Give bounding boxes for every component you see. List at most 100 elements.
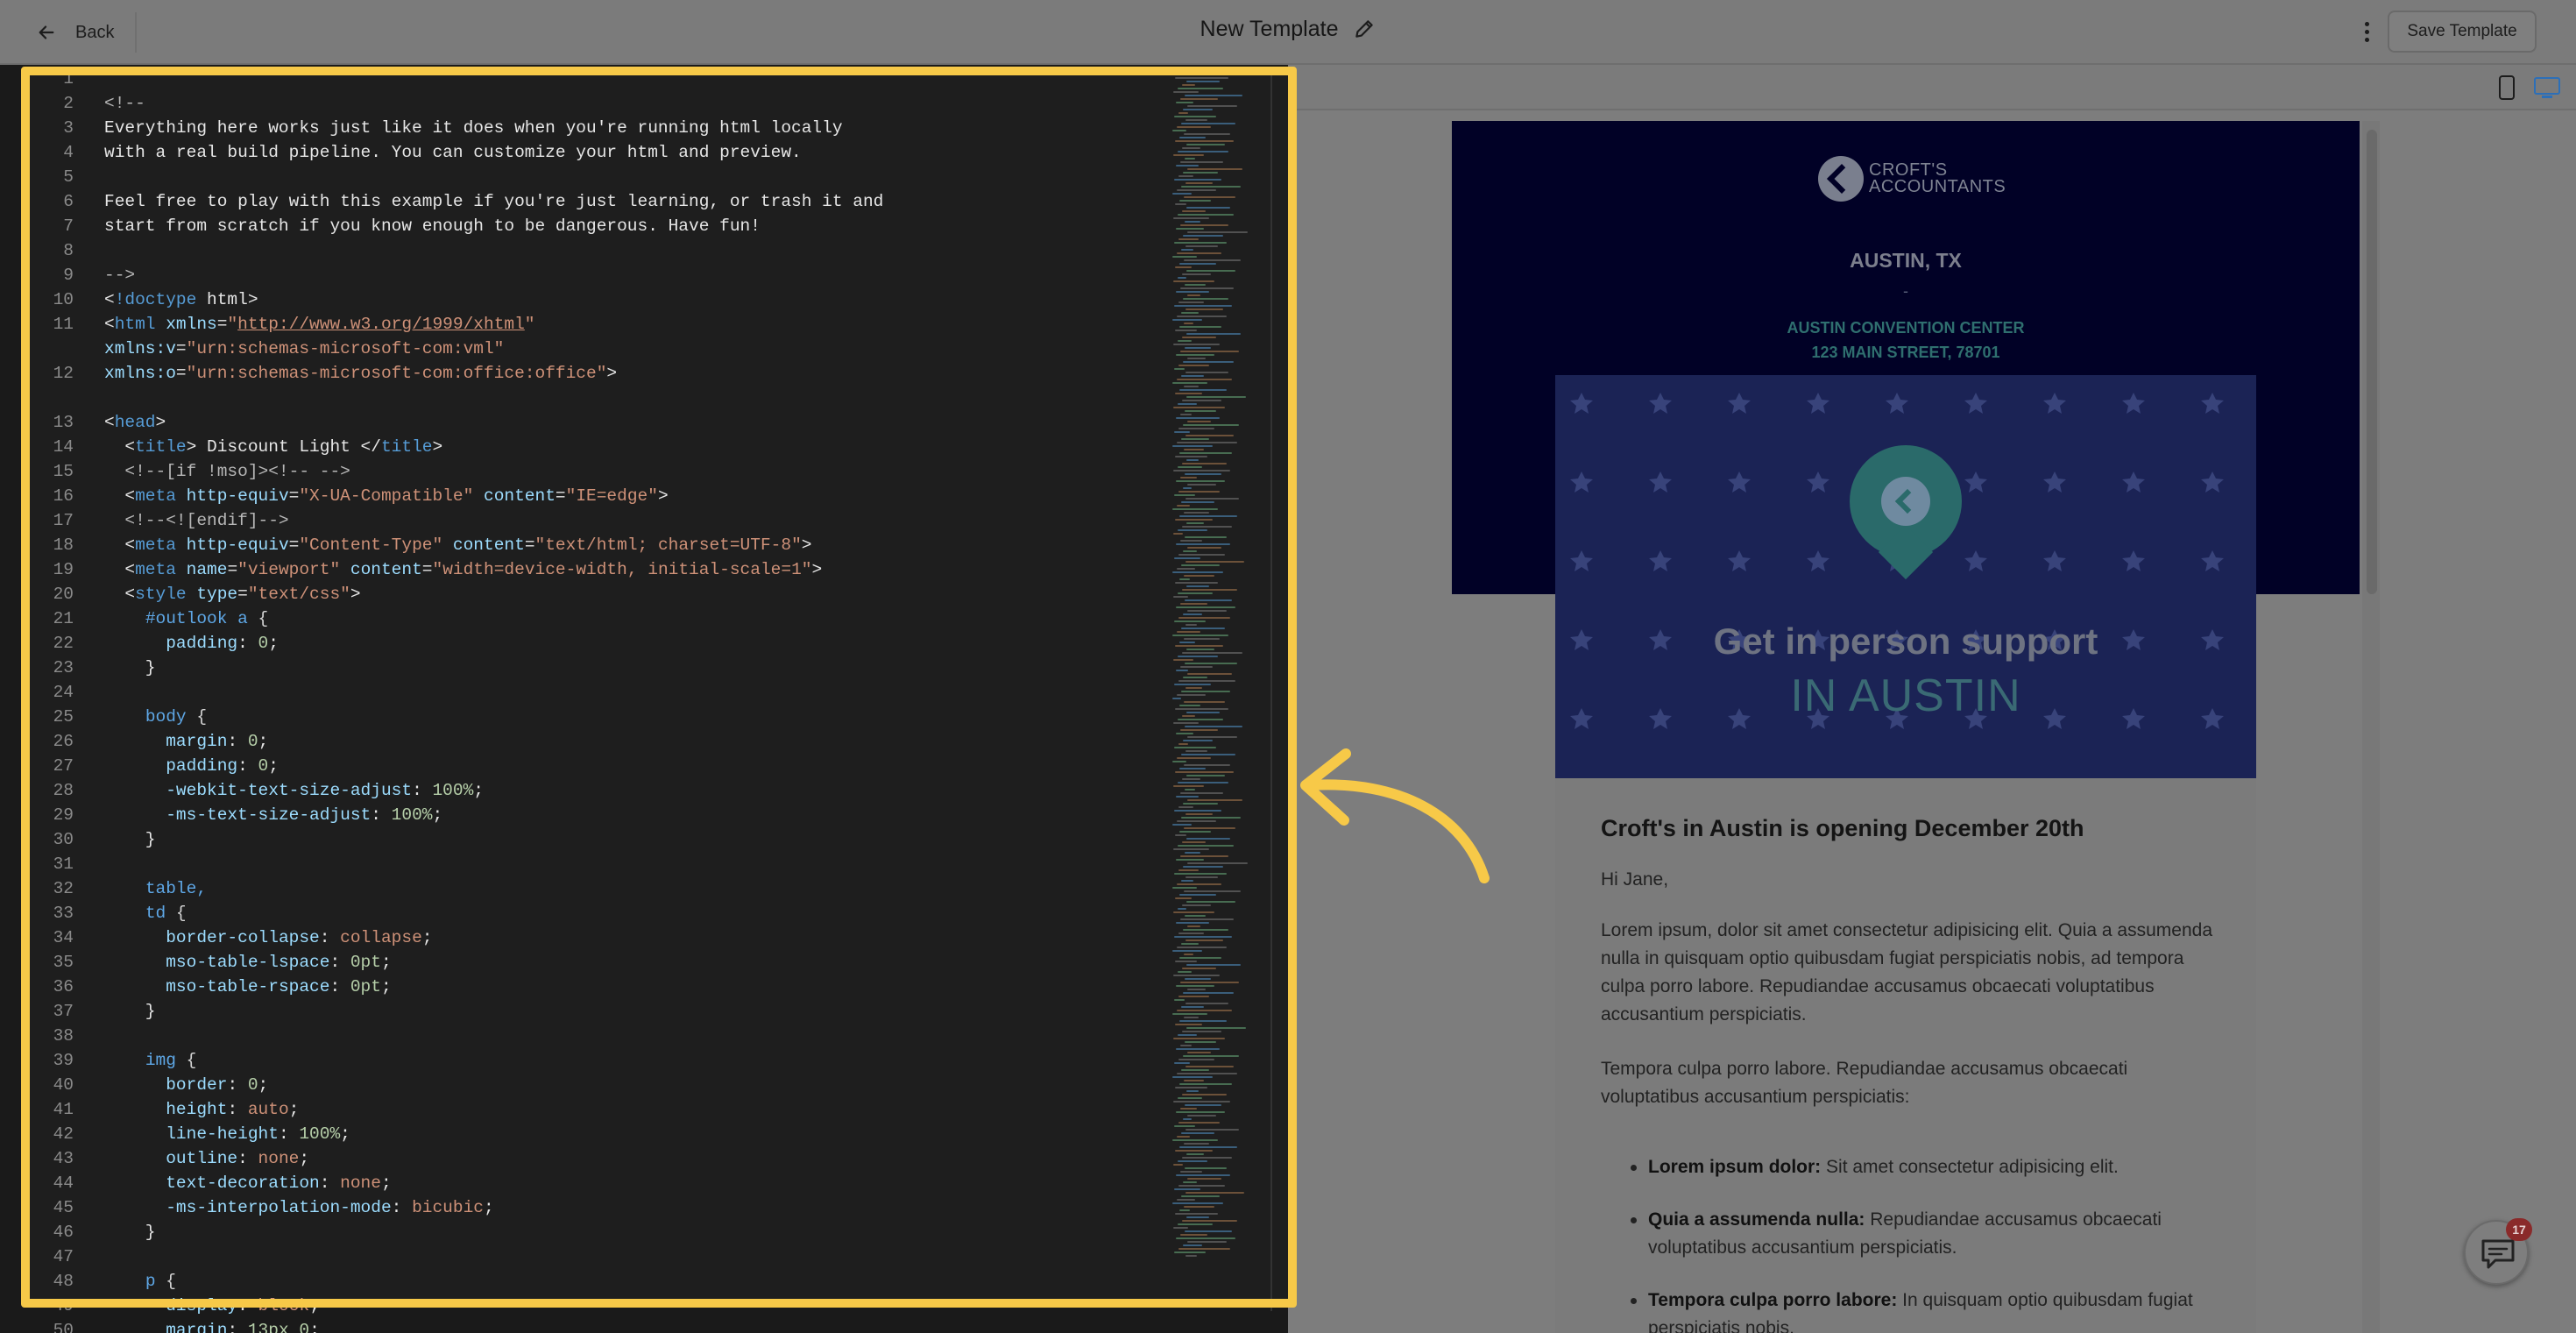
minimap-row xyxy=(1172,698,1181,699)
code-line[interactable]: 44 text-decoration: none; xyxy=(25,1171,1172,1195)
code-line[interactable]: 10 <!doctype html> xyxy=(25,287,1172,312)
minimap-row xyxy=(1183,929,1228,931)
code-line[interactable]: 20 <style type="text/css"> xyxy=(25,582,1172,606)
minimap-row xyxy=(1180,918,1234,920)
minimap-row xyxy=(1186,838,1230,840)
code-line[interactable]: 7 start from scratch if you know enough t… xyxy=(25,214,1172,238)
minimap-row xyxy=(1178,719,1223,720)
mobile-device-icon[interactable] xyxy=(2499,75,2515,100)
code-line[interactable]: 35 mso-table-lspace: 0pt; xyxy=(25,950,1172,975)
minimap-row xyxy=(1186,333,1241,335)
minimap-row xyxy=(1179,957,1221,959)
code-line[interactable]: 17 <!--<![endif]--> xyxy=(25,508,1172,533)
minimap-row xyxy=(1182,526,1232,528)
code-line[interactable]: 13 <head> xyxy=(25,410,1172,435)
minimap-row xyxy=(1175,708,1228,710)
line-number: 14 xyxy=(53,437,74,457)
code-line[interactable]: 46 } xyxy=(25,1220,1172,1244)
code-line[interactable]: 19 <meta name="viewport" content="width=… xyxy=(25,557,1172,582)
desktop-monitor-icon[interactable] xyxy=(2534,77,2560,98)
minimap-row xyxy=(1184,323,1193,324)
minimap-row xyxy=(1183,1244,1202,1246)
code-line[interactable]: 22 padding: 0; xyxy=(25,631,1172,656)
code-line[interactable]: 39 img { xyxy=(25,1048,1172,1073)
code-line[interactable]: 45 -ms-interpolation-mode: bicubic; xyxy=(25,1195,1172,1220)
kebab-menu-icon[interactable] xyxy=(2353,14,2380,49)
editor-minimap[interactable] xyxy=(1172,67,1248,1311)
preview-scroll-thumb[interactable] xyxy=(2367,130,2377,594)
minimap-row xyxy=(1172,887,1197,889)
code-line[interactable]: 1 xyxy=(25,67,1172,91)
code-line[interactable]: 33 td { xyxy=(25,901,1172,925)
code-line[interactable]: 38 xyxy=(25,1024,1172,1048)
code-line[interactable]: 5 xyxy=(25,165,1172,189)
code-line[interactable]: 23 } xyxy=(25,656,1172,680)
code-line[interactable]: 48 p { xyxy=(25,1269,1172,1294)
code-line[interactable]: xmlns:v="urn:schemas-microsoft-com:vml" xyxy=(25,337,1172,361)
template-title-area: New Template xyxy=(0,16,2576,42)
minimap-row xyxy=(1174,1251,1206,1253)
pencil-icon[interactable] xyxy=(1353,18,1376,40)
editor-panel: 1 2 <!-- 3 Everything here works just like i… xyxy=(25,67,1288,1333)
code-line[interactable]: 4 with a real build pipeline. You can cus… xyxy=(25,140,1172,165)
minimap-row xyxy=(1174,116,1216,117)
code-line[interactable]: 28 -webkit-text-size-adjust: 100%; xyxy=(25,778,1172,803)
code-line[interactable]: 26 margin: 0; xyxy=(25,729,1172,754)
minimap-row xyxy=(1173,154,1204,156)
code-line[interactable]: 40 border: 0; xyxy=(25,1073,1172,1097)
minimap-row xyxy=(1178,1097,1202,1099)
code-line[interactable]: 36 mso-table-rspace: 0pt; xyxy=(25,975,1172,999)
code-line[interactable]: 50 margin: 13px 0; xyxy=(25,1318,1172,1333)
minimap-row xyxy=(1174,179,1221,181)
code-line[interactable]: 16 <meta http-equiv="X-UA-Compatible" co… xyxy=(25,484,1172,508)
minimap-row xyxy=(1183,740,1213,741)
code-line[interactable]: 21 #outlook a { xyxy=(25,606,1172,631)
code-line[interactable]: 12 xmlns:o="urn:schemas-microsoft-com:off… xyxy=(25,361,1172,386)
code-line[interactable]: 15 <!--[if !mso]><!-- --> xyxy=(25,459,1172,484)
code-line[interactable]: 31 xyxy=(25,852,1172,876)
save-template-button[interactable]: Save Template xyxy=(2388,11,2537,53)
code-line[interactable]: 11 <html xmlns="http://www.w3.org/1999/xh… xyxy=(25,312,1172,337)
code-line[interactable]: 2 <!-- xyxy=(25,91,1172,116)
code-line[interactable]: 8 xyxy=(25,238,1172,263)
minimap-row xyxy=(1187,610,1227,612)
minimap-row xyxy=(1179,1209,1190,1211)
minimap-row xyxy=(1187,673,1232,675)
code-line[interactable] xyxy=(25,386,1172,410)
code-line[interactable]: 30 } xyxy=(25,827,1172,852)
code-line[interactable]: 3 Everything here works just like it does… xyxy=(25,116,1172,140)
code-line[interactable]: 14 <title> Discount Light </title> xyxy=(25,435,1172,459)
minimap-row xyxy=(1175,961,1197,962)
minimap-row xyxy=(1178,238,1199,240)
minimap-row xyxy=(1187,1241,1227,1243)
code-line[interactable]: 49 display: block; xyxy=(25,1294,1172,1318)
code-line[interactable]: 41 height: auto; xyxy=(25,1097,1172,1122)
code-editor[interactable]: 1 2 <!-- 3 Everything here works just like i… xyxy=(0,65,1288,1333)
code-line[interactable]: 25 body { xyxy=(25,705,1172,729)
code-line[interactable]: 34 border-collapse: collapse; xyxy=(25,925,1172,950)
code-line[interactable]: 47 xyxy=(25,1244,1172,1269)
minimap-row xyxy=(1177,1010,1232,1011)
code-line[interactable]: 9 --> xyxy=(25,263,1172,287)
code-line[interactable]: 29 -ms-text-size-adjust: 100%; xyxy=(25,803,1172,827)
code-line[interactable]: 6 Feel free to play with this example if … xyxy=(25,189,1172,214)
line-number: 15 xyxy=(53,462,74,481)
code-line[interactable]: 42 line-height: 100%; xyxy=(25,1122,1172,1146)
hero-banner: Get in person support IN AUSTIN xyxy=(1555,375,2256,778)
template-title[interactable]: New Template xyxy=(1200,17,1339,42)
code-line[interactable]: 27 padding: 0; xyxy=(25,754,1172,778)
code-line[interactable]: 37 } xyxy=(25,999,1172,1024)
code-line[interactable]: 32 table, xyxy=(25,876,1172,901)
minimap-row xyxy=(1174,810,1221,812)
minimap-row xyxy=(1174,684,1211,685)
code-line[interactable]: 18 <meta http-equiv="Content-Type" conte… xyxy=(25,533,1172,557)
line-number: 34 xyxy=(53,928,74,947)
code-line[interactable]: 43 outline: none; xyxy=(25,1146,1172,1171)
code-lines[interactable]: 1 2 <!-- 3 Everything here works just like i… xyxy=(25,67,1172,1333)
editor-scrollbar[interactable] xyxy=(1270,67,1272,1311)
minimap-row xyxy=(1187,799,1242,801)
minimap-row xyxy=(1175,771,1234,773)
separator: - xyxy=(1903,282,1908,300)
minimap-row xyxy=(1181,123,1235,124)
code-line[interactable]: 24 xyxy=(25,680,1172,705)
